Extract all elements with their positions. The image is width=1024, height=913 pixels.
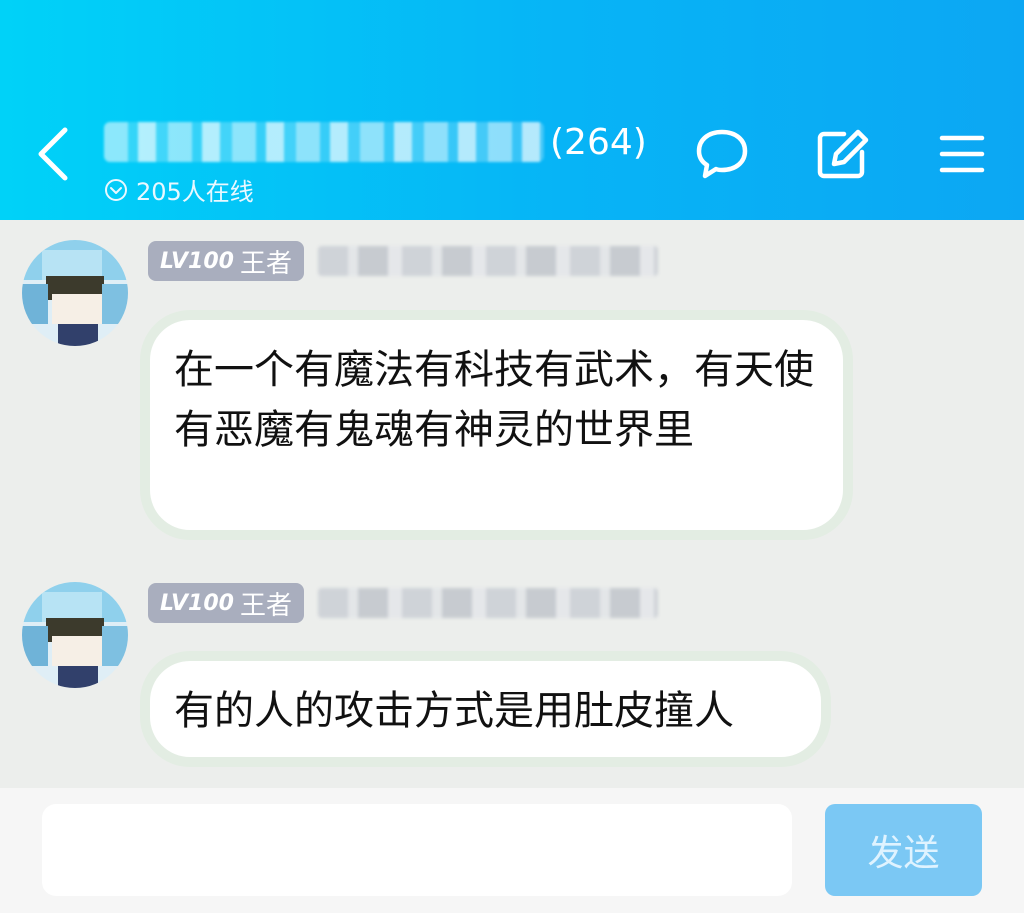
sender-info: LV100 王者 — [148, 241, 658, 281]
menu-button[interactable] — [932, 124, 992, 184]
message-bubble[interactable]: 有的人的攻击方式是用肚皮撞人 — [150, 661, 821, 757]
message-list[interactable]: LV100 王者 在一个有魔法有科技有武术，有天使有恶魔有鬼魂有神灵的世界里 L… — [0, 220, 1024, 788]
avatar[interactable] — [22, 582, 128, 688]
group-member-count: (264) — [550, 121, 647, 163]
group-name-blurred — [104, 122, 544, 162]
message-text: 有的人的攻击方式是用肚皮撞人 — [174, 688, 734, 734]
send-button[interactable]: 发送 — [825, 804, 982, 896]
edit-icon — [817, 129, 869, 179]
chat-button[interactable] — [692, 124, 752, 184]
back-icon — [38, 127, 68, 181]
chat-header: (264) 205人在线 — [0, 0, 1024, 220]
menu-icon — [939, 135, 985, 173]
message-text: 在一个有魔法有科技有武术，有天使有恶魔有鬼魂有神灵的世界里 — [174, 347, 814, 453]
message-input[interactable] — [42, 804, 792, 896]
online-status[interactable]: 205人在线 — [104, 172, 254, 207]
level-text: LV100 — [160, 590, 234, 616]
level-badge: LV100 王者 — [148, 241, 304, 281]
group-title[interactable]: (264) — [104, 112, 647, 172]
level-text: LV100 — [160, 248, 234, 274]
message-bubble[interactable]: 在一个有魔法有科技有武术，有天使有恶魔有鬼魂有神灵的世界里 — [150, 320, 843, 530]
back-button[interactable] — [28, 122, 78, 186]
edit-button[interactable] — [812, 124, 872, 184]
chat-bubble-icon — [696, 129, 748, 179]
level-title: 王者 — [239, 590, 292, 621]
level-badge: LV100 王者 — [148, 583, 304, 623]
online-count-text: 205人在线 — [136, 178, 254, 206]
avatar[interactable] — [22, 240, 128, 346]
sender-info: LV100 王者 — [148, 583, 658, 623]
sender-name-blurred[interactable] — [317, 588, 658, 618]
chevron-circle-icon — [105, 178, 127, 201]
composer-bar: 发送 — [0, 788, 1024, 913]
level-title: 王者 — [239, 248, 292, 279]
sender-name-blurred[interactable] — [317, 246, 658, 276]
